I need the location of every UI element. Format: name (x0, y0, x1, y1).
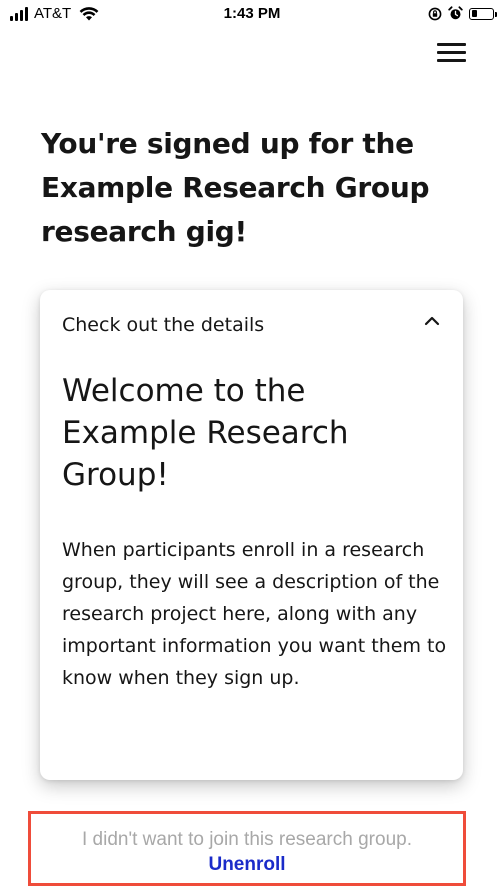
hamburger-menu-icon[interactable] (434, 41, 468, 65)
details-body: When participants enroll in a research g… (62, 539, 447, 689)
status-right (428, 6, 497, 21)
alarm-icon (448, 6, 463, 20)
battery-level (471, 10, 478, 17)
details-card: Check out the details Welcome to the Exa… (40, 290, 463, 780)
details-title: Welcome to the Example Research Group! (62, 373, 349, 493)
status-bar: AT&T 1:43 PM (0, 0, 504, 30)
unenroll-section: I didn't want to join this research grou… (28, 811, 466, 886)
unenroll-question: I didn't want to join this research grou… (82, 829, 412, 850)
orientation-lock-icon (428, 7, 442, 20)
details-header-label: Check out the details (62, 314, 265, 336)
unenroll-link[interactable]: Unenroll (31, 854, 463, 876)
chevron-up-icon[interactable] (424, 315, 440, 327)
details-accordion-header[interactable]: Check out the details (40, 290, 463, 362)
page-title: You're signed up for the Example Researc… (41, 127, 430, 248)
battery-icon (469, 7, 497, 20)
